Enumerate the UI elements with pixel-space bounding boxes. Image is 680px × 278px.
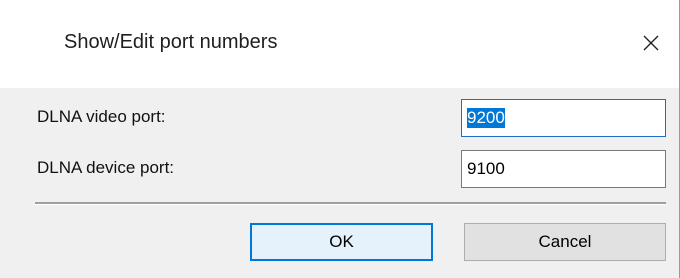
device-port-label: DLNA device port:	[37, 158, 175, 177]
device-port-input[interactable]	[461, 150, 666, 188]
ok-button[interactable]: OK	[250, 223, 433, 261]
port-numbers-dialog: Show/Edit port numbers DLNA video port: …	[0, 0, 680, 278]
video-port-label: DLNA video port:	[37, 107, 166, 126]
title-bar: Show/Edit port numbers	[0, 0, 680, 88]
cancel-button[interactable]: Cancel	[464, 223, 666, 261]
close-icon	[643, 35, 659, 51]
video-port-input[interactable]	[461, 99, 666, 137]
separator	[35, 202, 666, 205]
dialog-title: Show/Edit port numbers	[64, 31, 278, 53]
close-button[interactable]	[636, 28, 666, 58]
